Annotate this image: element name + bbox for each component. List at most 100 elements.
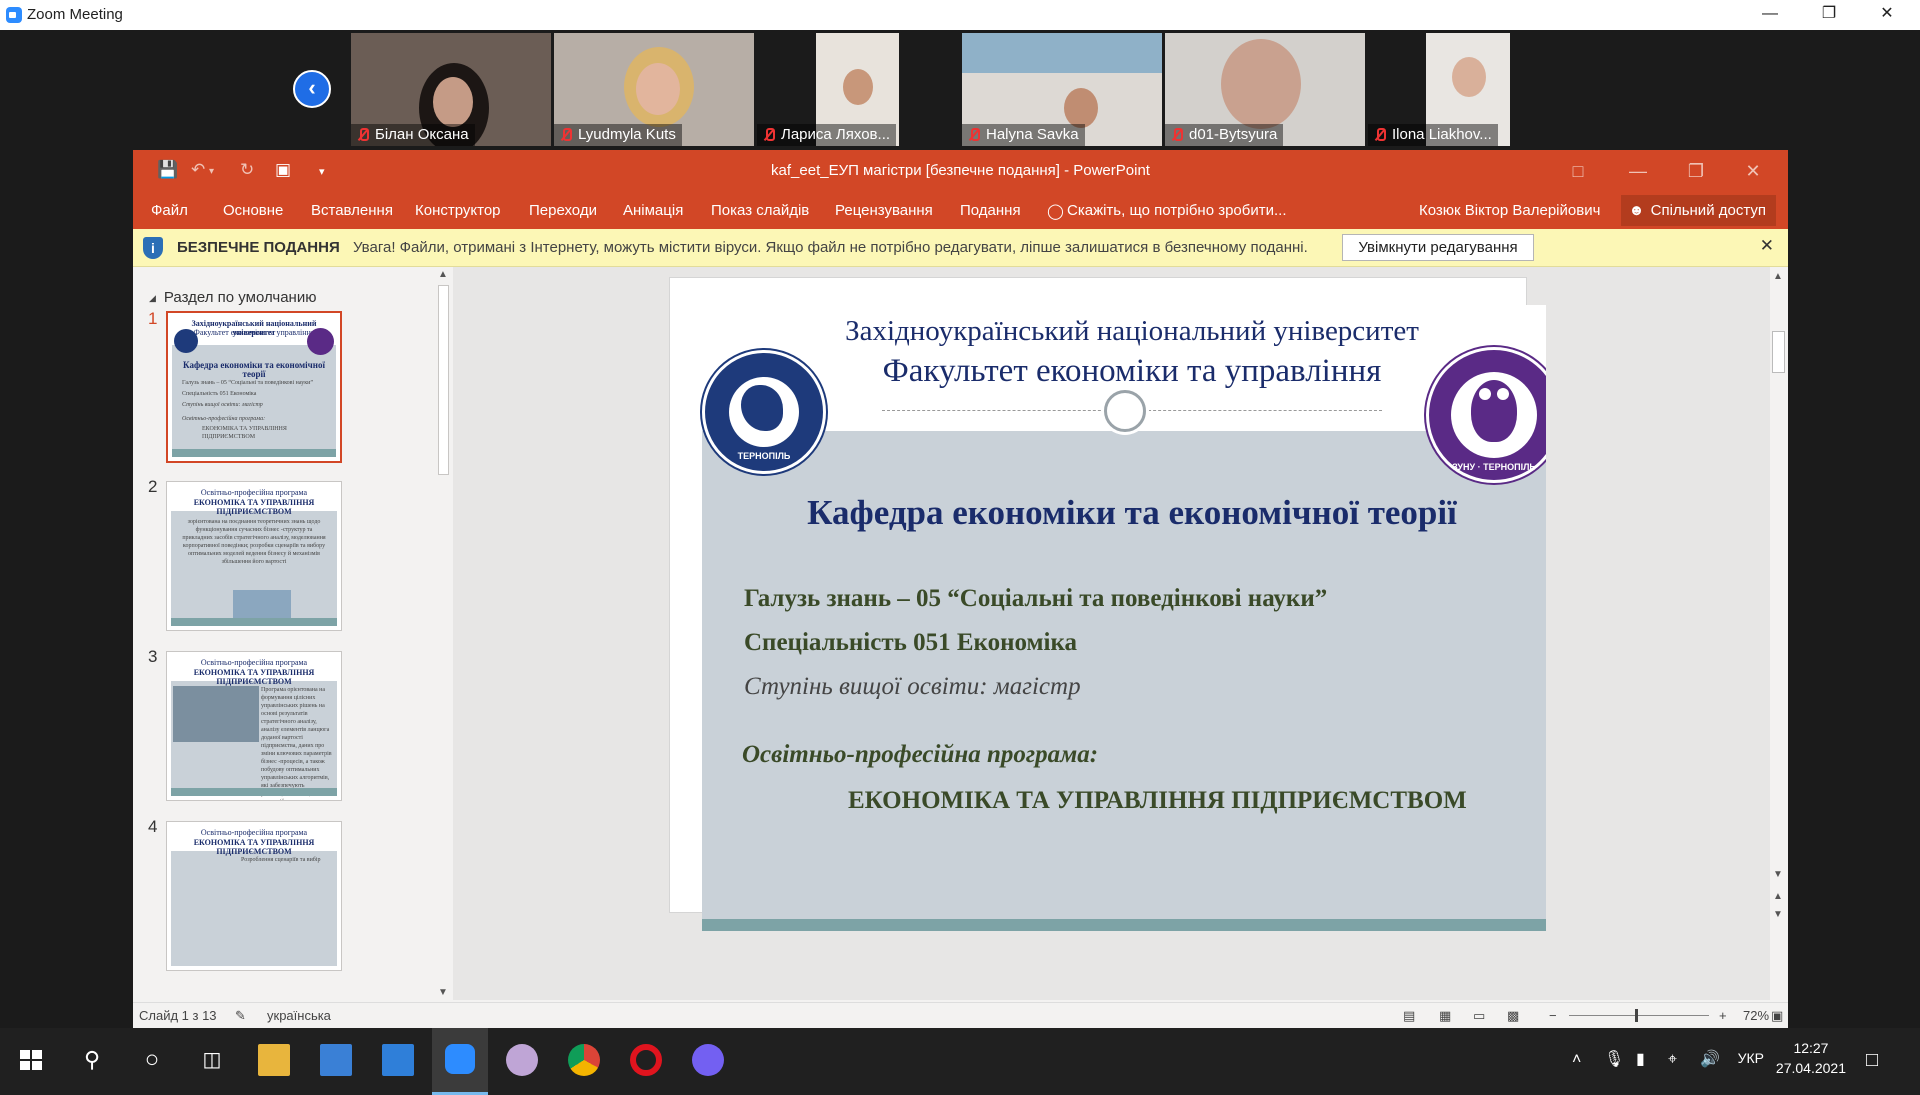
- slide-scrollbar[interactable]: ▲ ▼ ▲ ▼: [1770, 267, 1788, 1000]
- faculty-logo: ЗУНУ · ТЕРНОПІЛЬ: [1426, 347, 1546, 483]
- zoom-level[interactable]: 72%: [1743, 1008, 1769, 1023]
- thumbnail-footer: [171, 618, 337, 626]
- fit-to-window-icon[interactable]: ▣: [1771, 1008, 1783, 1024]
- ppt-minimize-button[interactable]: —: [1618, 156, 1658, 186]
- reading-view-icon[interactable]: ▭: [1473, 1008, 1485, 1024]
- university-name: Західноукраїнський національний універси…: [845, 315, 1419, 347]
- close-button[interactable]: ✕: [1864, 0, 1910, 30]
- task-view-icon[interactable]: ◫: [196, 1044, 228, 1076]
- current-slide[interactable]: Західноукраїнський національний універси…: [686, 291, 1546, 931]
- wifi-icon[interactable]: ⌖: [1668, 1044, 1700, 1076]
- zoom-window-title: Zoom Meeting: [27, 6, 123, 23]
- participant-name: Білан Оксана: [375, 126, 469, 143]
- zoom-out-icon[interactable]: −: [1549, 1008, 1557, 1023]
- close-icon[interactable]: ✕: [1760, 236, 1774, 256]
- slide-thumbnails-pane: Раздел по умолчанию 1 Західноукраїнський…: [133, 267, 453, 1002]
- ribbon-display-icon[interactable]: □: [1558, 156, 1598, 186]
- slide-thumbnail-3[interactable]: Освітньо-професійна програма ЕКОНОМІКА Т…: [166, 651, 342, 801]
- participant-tile[interactable]: Ilona Liakhov...: [1368, 33, 1510, 146]
- zoom-slider[interactable]: [1569, 1009, 1709, 1022]
- slide-editor[interactable]: Західноукраїнський національний універси…: [453, 267, 1788, 1000]
- faculty-name: Факультет економіки та управління: [882, 353, 1382, 389]
- previous-page-button[interactable]: ‹: [293, 70, 331, 108]
- document-title: kaf_eet_ЕУП магістри [безпечне подання] …: [771, 162, 1150, 179]
- muted-mic-icon: [560, 128, 572, 142]
- show-hidden-icons-icon[interactable]: ˄: [1572, 1044, 1604, 1076]
- tab-transitions[interactable]: Переходи: [529, 202, 597, 219]
- input-language[interactable]: УКР: [1738, 1050, 1764, 1066]
- microphone-icon[interactable]: 🎙: [1604, 1044, 1636, 1076]
- cortana-icon[interactable]: ○: [136, 1044, 168, 1076]
- tab-animations[interactable]: Анімація: [623, 202, 683, 219]
- participant-tile[interactable]: Lyudmyla Kuts: [554, 33, 754, 146]
- tab-design[interactable]: Конструктор: [415, 202, 501, 219]
- tab-view[interactable]: Подання: [960, 202, 1021, 219]
- system-clock[interactable]: 12:27 27.04.2021: [1776, 1038, 1846, 1078]
- viber-icon[interactable]: [692, 1044, 724, 1076]
- tab-slideshow[interactable]: Показ слайдів: [711, 202, 809, 219]
- slideshow-view-icon[interactable]: ▩: [1507, 1008, 1519, 1024]
- thumbnails-scrollbar[interactable]: ▲ ▼: [435, 267, 453, 1002]
- slide-sorter-icon[interactable]: ▦: [1439, 1008, 1451, 1024]
- share-button[interactable]: ☻ Спільний доступ: [1620, 195, 1776, 226]
- previous-slide-icon[interactable]: ▲: [1773, 891, 1783, 902]
- opera-icon[interactable]: [630, 1044, 662, 1076]
- notifications-icon[interactable]: □: [1866, 1044, 1898, 1076]
- normal-view-icon[interactable]: ▤: [1403, 1008, 1415, 1024]
- spellcheck-icon[interactable]: ✎: [235, 1008, 246, 1024]
- participant-tile[interactable]: Halyna Savka: [962, 33, 1162, 146]
- zoom-taskbar-button[interactable]: [432, 1028, 488, 1095]
- slide-thumbnail-4[interactable]: Освітньо-професійна програма ЕКОНОМІКА Т…: [166, 821, 342, 971]
- zoom-in-icon[interactable]: +: [1719, 1008, 1727, 1023]
- store-icon[interactable]: [320, 1044, 352, 1076]
- tell-me-box[interactable]: Скажіть, що потрібно зробити...: [1067, 202, 1287, 219]
- participant-tile[interactable]: Лариса Ляхов...: [757, 33, 899, 146]
- participant-face: [1064, 88, 1098, 128]
- minimize-button[interactable]: —: [1747, 0, 1793, 30]
- thumbnail-logo: [174, 329, 198, 353]
- ppt-close-button[interactable]: ✕: [1733, 156, 1773, 186]
- language-indicator[interactable]: українська: [267, 1008, 331, 1023]
- tab-file[interactable]: Файл: [151, 202, 188, 219]
- ppt-title-bar: 💾 ↶ ▾ ↻ ▣ ▾ kaf_eet_ЕУП магістри [безпеч…: [133, 150, 1788, 192]
- scroll-down-icon[interactable]: ▼: [438, 987, 448, 998]
- participant-gallery: ‹ Білан Оксана Lyudmyla Kuts Лариса Ляхо…: [0, 30, 1920, 150]
- volume-icon[interactable]: 🔊: [1700, 1044, 1732, 1076]
- thumbnail-title: Освітньо-професійна програма: [200, 658, 308, 667]
- scroll-down-icon[interactable]: ▼: [1773, 869, 1783, 880]
- participant-name: d01-Bytsyura: [1189, 126, 1278, 143]
- enable-editing-button[interactable]: Увімкнути редагування: [1342, 234, 1534, 261]
- ribbon-tabs: Файл Основне Вставлення Конструктор Пере…: [133, 192, 1788, 229]
- thumbnail-footer: [171, 788, 337, 796]
- file-explorer-icon[interactable]: [258, 1044, 290, 1076]
- section-header[interactable]: Раздел по умолчанию: [149, 289, 317, 306]
- logo-caption: ЗУНУ · ТЕРНОПІЛЬ: [1452, 462, 1536, 472]
- participant-name-tag: Lyudmyla Kuts: [554, 124, 682, 146]
- scroll-thumb[interactable]: [438, 285, 449, 475]
- clock-time: 12:27: [1793, 1040, 1829, 1056]
- slide-thumbnail-2[interactable]: Освітньо-професійна програма ЕКОНОМІКА Т…: [166, 481, 342, 631]
- signed-in-user[interactable]: Козюк Віктор Валерійович: [1419, 202, 1600, 219]
- tab-insert[interactable]: Вставлення: [311, 202, 393, 219]
- next-slide-icon[interactable]: ▼: [1773, 909, 1783, 920]
- windows-start-icon[interactable]: [16, 1044, 48, 1076]
- scroll-up-icon[interactable]: ▲: [438, 269, 448, 280]
- chrome-icon[interactable]: [568, 1044, 600, 1076]
- scroll-thumb[interactable]: [1772, 331, 1785, 373]
- zoom-slider-handle[interactable]: [1635, 1009, 1638, 1022]
- participant-tile[interactable]: Білан Оксана: [351, 33, 551, 146]
- tab-review[interactable]: Рецензування: [835, 202, 933, 219]
- battery-icon[interactable]: ▮: [1636, 1044, 1668, 1076]
- ppt-restore-button[interactable]: ❐: [1676, 156, 1716, 186]
- search-icon[interactable]: ⚲: [76, 1044, 108, 1076]
- restore-button[interactable]: ❐: [1806, 0, 1852, 30]
- tab-home[interactable]: Основне: [223, 202, 283, 219]
- person-icon: ☻: [1628, 202, 1645, 219]
- paint-icon[interactable]: [506, 1044, 538, 1076]
- powerpoint-window: 💾 ↶ ▾ ↻ ▣ ▾ kaf_eet_ЕУП магістри [безпеч…: [133, 150, 1788, 1028]
- slide-thumbnail-1[interactable]: Західноукраїнський національний універси…: [166, 311, 342, 463]
- participant-tile[interactable]: d01-Bytsyura: [1165, 33, 1365, 146]
- muted-mic-icon: [357, 128, 369, 142]
- scroll-up-icon[interactable]: ▲: [1773, 271, 1783, 282]
- mail-icon[interactable]: [382, 1044, 414, 1076]
